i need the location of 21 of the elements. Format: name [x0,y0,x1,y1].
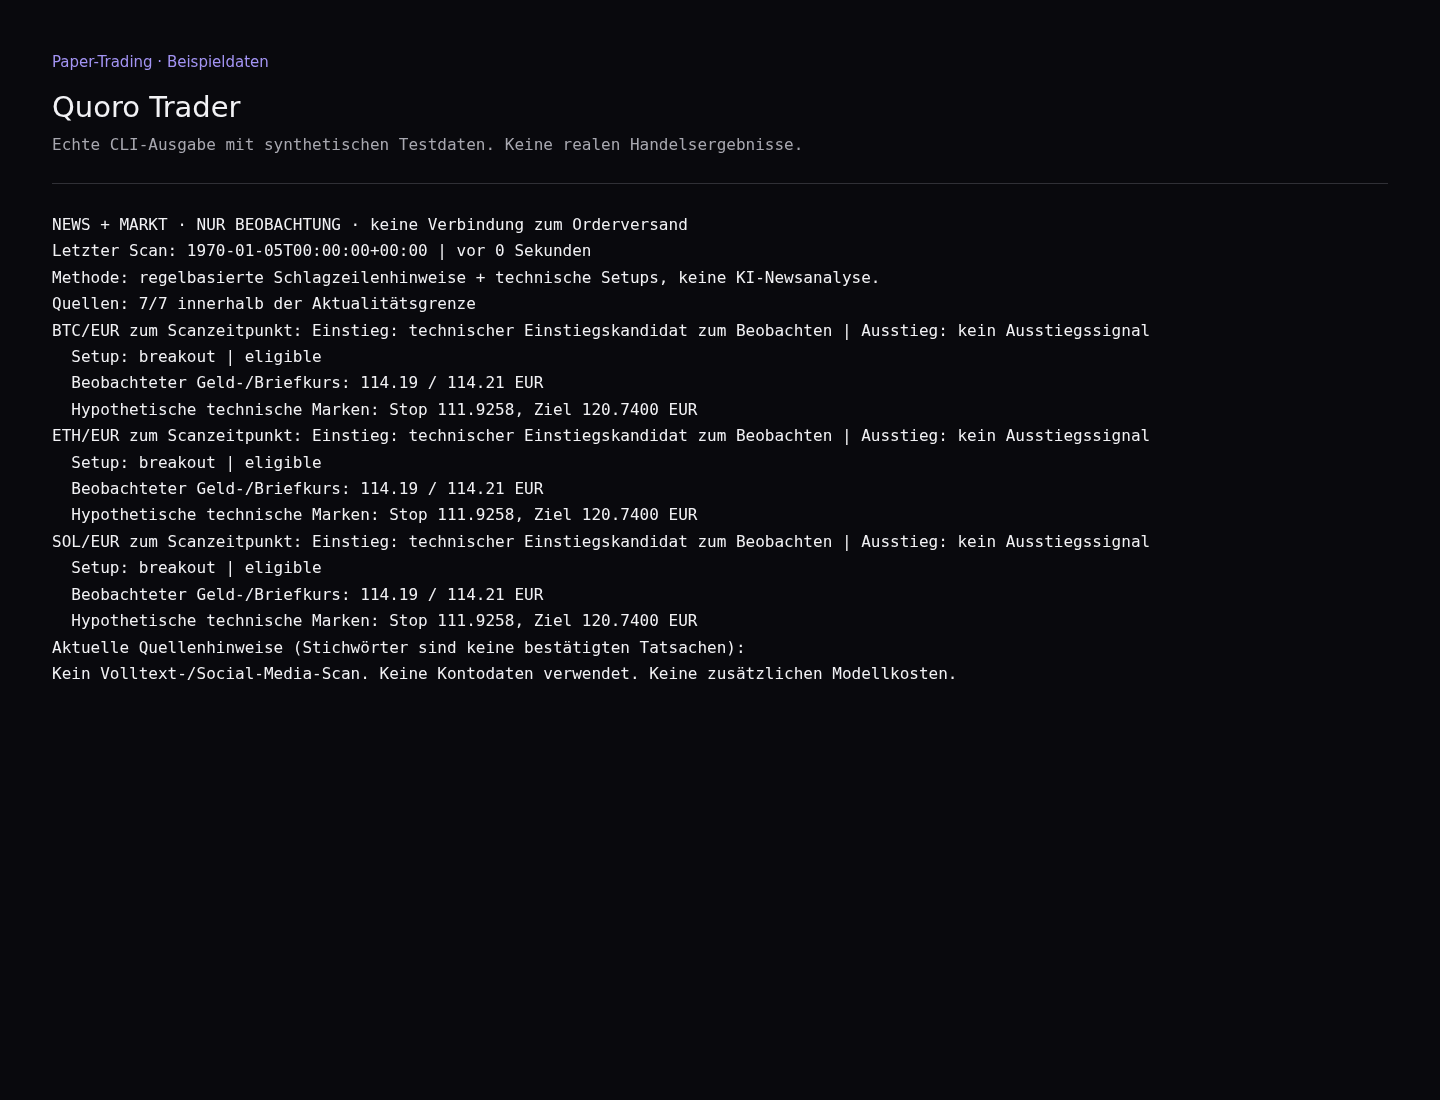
output-line: Hypothetische technische Marken: Stop 111.9258, Ziel 120.7400 EUR [70,505,698,525]
page-subtitle: Echte CLI-Ausgabe mit synthetischen Testdaten. Keine realen Handelsergebnisse. [52,135,805,155]
output-line: Hypothetische technische Marken: Stop 111.9258, Ziel 120.7400 EUR [70,399,698,419]
output-line: Hypothetische technische Marken: Stop 111.9258, Ziel 120.7400 EUR [70,611,698,631]
output-line: SOL/EUR zum Scanzeitpunkt: Einstieg: technischer Einstiegskandidat zum Beobachten | Ausstieg: kein Ausstiegssignal [52,531,1151,551]
page-title: Quoro Trader [52,89,242,125]
output-line: Kein Volltext-/Social-Media-Scan. Keine Kontodaten verwendet. Keine zusätzlichen Modellkosten. [52,663,958,683]
output-line: Letzter Scan: 1970-01-05T00:00:00+00:00 | vor 0 Sekunden [52,241,592,261]
output-line: NEWS + MARKT · NUR BEOBACHTUNG · keine Verbindung zum Orderversand [52,215,688,234]
output-line: Setup: breakout | eligible [70,452,322,472]
output-line: Beobachteter Geld-/Briefkurs: 114.19 / 114.21 EUR [70,373,544,393]
output-line: Setup: breakout | eligible [70,347,322,367]
output-line: Beobachteter Geld-/Briefkurs: 114.19 / 114.21 EUR [70,479,544,499]
output-line: ETH/EUR zum Scanzeitpunkt: Einstieg: technischer Einstiegskandidat zum Beobachten | Ausstieg: kein Ausstiegssignal [52,426,1151,446]
output-line: Aktuelle Quellenhinweise (Stichwörter sind keine bestätigten Tatsachen): [52,637,746,657]
eyebrow-label: Paper-Trading · Beispieldaten [52,52,270,72]
output-line: Setup: breakout | eligible [70,558,322,578]
output-line: Beobachteter Geld-/Briefkurs: 114.19 / 114.21 EUR [70,584,544,604]
output-line: Quellen: 7/7 innerhalb der Aktualitätsgrenze [52,294,476,314]
output-line: BTC/EUR zum Scanzeitpunkt: Einstieg: technischer Einstiegskandidat zum Beobachten | Ausstieg: kein Ausstiegssignal [52,320,1151,340]
output-line: Methode: regelbasierte Schlagzeilenhinweise + technische Setups, keine KI-Newsanalyse. [52,267,881,287]
